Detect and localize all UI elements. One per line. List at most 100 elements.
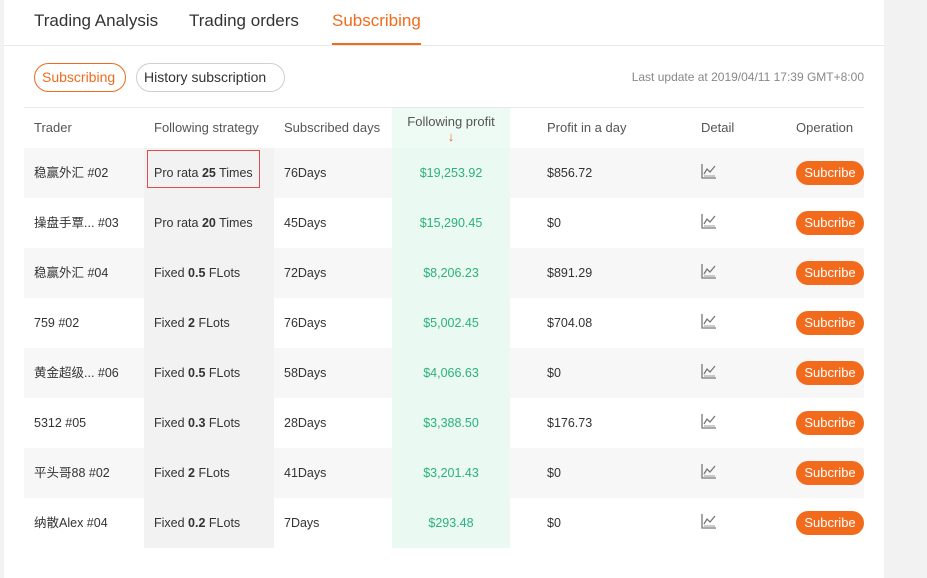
strategy-suffix: FLots [205,516,241,530]
line-chart-icon[interactable] [701,163,717,179]
profit-in-a-day: $0 [547,466,561,480]
trader-name[interactable]: 黄金超级... #06 [34,348,119,398]
header-following-profit-label: Following profit [407,114,495,129]
following-strategy: Pro rata 25 Times [144,148,274,198]
strategy-value: 0.3 [188,416,206,430]
table-row: 稳赢外汇 #04 Fixed 0.5 FLots 72Days $8,206.23 $8… [24,248,864,298]
subscribed-days: 41Days [284,466,327,480]
header-subscribed-days: Subscribed days [284,120,381,135]
table-row: 黄金超级... #06 Fixed 0.5 FLots 58Days $4,066.6… [24,348,864,398]
subtab-subscribing[interactable]: Subscribing [34,63,126,92]
following-profit: $3,201.43 [392,448,510,498]
following-profit: $4,066.63 [392,348,510,398]
subscribed-days: 76Days [284,166,327,180]
profit-in-a-day: $704.08 [547,316,593,330]
active-tab-indicator [332,43,421,45]
top-tab-bar: Trading Analysis Trading orders Subscrib… [4,0,884,46]
line-chart-icon[interactable] [701,513,717,529]
following-profit: $5,002.45 [392,298,510,348]
following-strategy: Pro rata 20 Times [144,198,274,248]
subscribed-days: 45Days [284,216,327,230]
subscribe-button[interactable]: Subcribe [796,411,864,435]
header-trader: Trader [34,120,72,135]
profit-in-a-day: $891.29 [547,266,593,280]
following-strategy: Fixed 0.5 FLots [144,248,274,298]
subscribe-button[interactable]: Subcribe [796,161,864,185]
strategy-suffix: FLots [195,316,230,330]
trader-name[interactable]: 5312 #05 [34,398,86,448]
tab-subscribing[interactable]: Subscribing [332,10,421,32]
header-operation: Operation [796,120,854,135]
following-profit: $19,253.92 [392,148,510,198]
profit-in-a-day: $0 [547,366,561,380]
subscribed-days: 76Days [284,316,327,330]
subscribe-button[interactable]: Subcribe [796,511,864,535]
strategy-prefix: Fixed [154,316,189,330]
profit-in-a-day: $856.72 [547,166,593,180]
strategy-value: 20 [201,216,216,230]
strategy-prefix: Fixed [154,266,189,280]
strategy-suffix: Times [215,216,253,230]
sort-down-arrow-icon[interactable]: ↓ [392,130,510,144]
last-update-text: Last update at 2019/04/11 17:39 GMT+8:00 [631,70,864,84]
trader-name[interactable]: 759 #02 [34,298,79,348]
table-row: 操盘手覃... #03 Pro rata 20 Times 45Days $15,29… [24,198,864,248]
strategy-suffix: FLots [205,266,241,280]
tab-trading-analysis[interactable]: Trading Analysis [34,10,158,32]
subscribe-button[interactable]: Subcribe [796,361,864,385]
subscribed-days: 7Days [284,516,320,530]
table-row: 稳赢外汇 #02 Pro rata 25 Times 76Days $19,253.9… [24,148,864,198]
tab-trading-orders[interactable]: Trading orders [189,10,299,32]
header-detail: Detail [701,120,735,135]
trader-name[interactable]: 纳散Alex #04 [34,498,108,548]
subtab-history-subscription[interactable]: History subscription [136,63,285,92]
table-row: 5312 #05 Fixed 0.3 FLots 28Days $3,388.50 $1… [24,398,864,448]
strategy-suffix: FLots [195,466,230,480]
trader-name[interactable]: 稳赢外汇 #04 [34,248,108,298]
following-profit: $15,290.45 [392,198,510,248]
subscribe-button[interactable]: Subcribe [796,261,864,285]
trader-name[interactable]: 稳赢外汇 #02 [34,148,108,198]
profit-in-a-day: $176.73 [547,416,593,430]
header-following-profit[interactable]: Following profit ↓ [392,108,510,148]
line-chart-icon[interactable] [701,213,717,229]
strategy-value: 0.2 [188,516,206,530]
strategy-value: 2 [188,316,195,330]
following-profit: $293.48 [392,498,510,548]
trader-name[interactable]: 操盘手覃... #03 [34,198,119,248]
following-profit: $8,206.23 [392,248,510,298]
strategy-value: 2 [188,466,195,480]
following-strategy: Fixed 0.3 FLots [144,398,274,448]
line-chart-icon[interactable] [701,463,717,479]
strategy-suffix: FLots [205,416,241,430]
subscribed-days: 58Days [284,366,327,380]
line-chart-icon[interactable] [701,363,717,379]
trader-name[interactable]: 平头哥88 #02 [34,448,110,498]
subscribe-button[interactable]: Subcribe [796,311,864,335]
line-chart-icon[interactable] [701,263,717,279]
table-row: 759 #02 Fixed 2 FLots 76Days $5,002.45 $704.… [24,298,864,348]
header-following-strategy: Following strategy [154,120,259,135]
strategy-value: 0.5 [188,366,206,380]
subscribe-button[interactable]: Subcribe [796,211,864,235]
strategy-prefix: Fixed [154,366,189,380]
following-profit: $3,388.50 [392,398,510,448]
strategy-prefix: Fixed [154,516,189,530]
profit-in-a-day: $0 [547,516,561,530]
strategy-prefix: Fixed [154,466,189,480]
line-chart-icon[interactable] [701,313,717,329]
strategy-prefix: Pro rata [154,216,202,230]
following-strategy: Fixed 0.2 FLots [144,498,274,548]
table-row: 纳散Alex #04 Fixed 0.2 FLots 7Days $293.48 $0 S… [24,498,864,548]
subscription-panel: Trading Analysis Trading orders Subscrib… [4,0,884,578]
following-strategy: Fixed 0.5 FLots [144,348,274,398]
profit-in-a-day: $0 [547,216,561,230]
highlight-box [147,150,260,188]
table-body: 稳赢外汇 #02 Pro rata 25 Times 76Days $19,253.9… [24,148,864,548]
table-row: 平头哥88 #02 Fixed 2 FLots 41Days $3,201.43 $0 S… [24,448,864,498]
subscribed-days: 28Days [284,416,327,430]
line-chart-icon[interactable] [701,413,717,429]
subscription-table: Trader Following strategy Subscribed day… [24,108,864,548]
subscribe-button[interactable]: Subcribe [796,461,864,485]
following-strategy: Fixed 2 FLots [144,298,274,348]
